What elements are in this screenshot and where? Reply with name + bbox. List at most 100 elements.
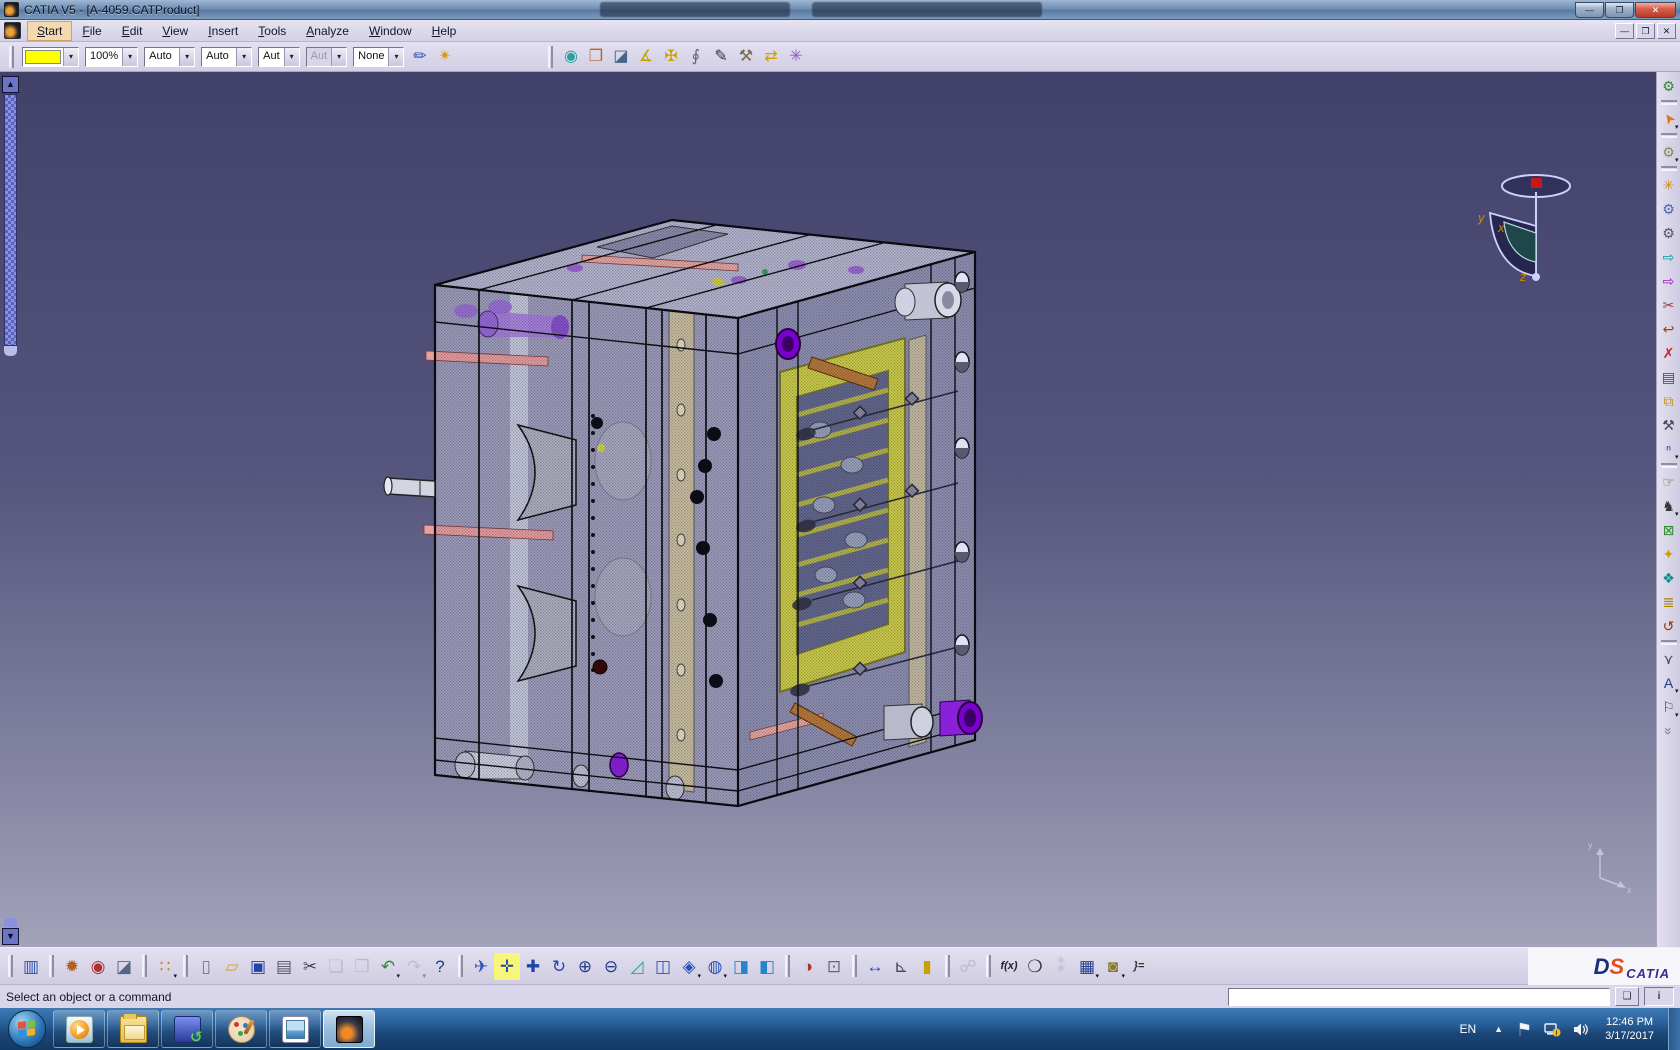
- update-parameters-icon[interactable]: ✳: [1658, 173, 1680, 197]
- child-close-button[interactable]: ✕: [1657, 23, 1676, 39]
- material-sphere-icon[interactable]: ◉: [85, 953, 111, 980]
- taskbar-remote-desktop-button[interactable]: [161, 1010, 213, 1048]
- power-input-field[interactable]: [1228, 988, 1610, 1006]
- child-minimize-button[interactable]: —: [1615, 23, 1634, 39]
- break-link-icon[interactable]: ✂: [1658, 293, 1680, 317]
- web-star-icon[interactable]: ✹: [59, 953, 85, 980]
- lock-icon[interactable]: ◙▾: [1100, 953, 1126, 980]
- rotate-icon[interactable]: ↻: [546, 953, 572, 980]
- menu-start[interactable]: Start: [27, 21, 72, 41]
- hide-show-icon[interactable]: ◨: [728, 953, 754, 980]
- process-document-icon[interactable]: ⚙: [1658, 197, 1680, 221]
- oring-icon[interactable]: ◑: [795, 953, 821, 980]
- mold-assembly-model[interactable]: [384, 220, 982, 806]
- workbench-book-icon[interactable]: ▥: [18, 953, 44, 980]
- network-status-icon[interactable]: !: [1544, 1022, 1561, 1037]
- point-type-combo[interactable]: Aut ▾: [258, 47, 300, 67]
- attach-icon[interactable]: ∮: [683, 44, 708, 69]
- redo-icon[interactable]: ↷▾: [401, 953, 427, 980]
- menu-analyze[interactable]: Analyze: [296, 21, 359, 41]
- hide-show-bulb-icon[interactable]: ✗: [1658, 341, 1680, 365]
- tree-scroll-up-button[interactable]: ▲: [2, 76, 19, 93]
- render-type-combo[interactable]: Aut ▾: [306, 47, 348, 67]
- menu-help[interactable]: Help: [422, 21, 467, 41]
- double-gear-icon[interactable]: ⚙: [1658, 221, 1680, 245]
- measure-sketch-icon[interactable]: ∡: [633, 44, 658, 69]
- multi-view-icon[interactable]: ◫: [650, 953, 676, 980]
- show-desktop-button[interactable]: [1668, 1008, 1680, 1050]
- new-component-icon[interactable]: ✦: [1658, 542, 1680, 566]
- undo-list-icon[interactable]: ↺: [1658, 614, 1680, 638]
- import-document-icon[interactable]: ⇨: [1658, 245, 1680, 269]
- start-button[interactable]: [8, 1010, 46, 1048]
- maintenance-tools-icon[interactable]: ⚒: [733, 44, 758, 69]
- volume-icon[interactable]: [1573, 1022, 1589, 1037]
- selection-sets-icon[interactable]: ⚙▾: [1658, 140, 1680, 164]
- tray-expand-icon[interactable]: ▲: [1486, 1024, 1511, 1034]
- tree-scroll-down-button[interactable]: ▼: [2, 928, 19, 945]
- info-button[interactable]: i: [1644, 987, 1674, 1006]
- measure-item-icon[interactable]: ⊾: [888, 953, 914, 980]
- language-indicator[interactable]: EN: [1449, 1022, 1486, 1036]
- whats-this-help-icon[interactable]: ?: [427, 953, 453, 980]
- formula-icon[interactable]: f(x): [996, 953, 1022, 980]
- graph-tree-icon[interactable]: ≣: [1658, 590, 1680, 614]
- expand-dialog-button[interactable]: ❏: [1615, 987, 1639, 1006]
- new-document-icon[interactable]: ▯: [193, 953, 219, 980]
- zoom-level-combo[interactable]: 100% ▾: [85, 47, 138, 67]
- toolbar-grip[interactable]: [548, 46, 553, 68]
- taskbar-paint-button[interactable]: [215, 1010, 267, 1048]
- pan-icon[interactable]: ✚: [520, 953, 546, 980]
- fit-all-in-icon[interactable]: ✛: [494, 953, 520, 980]
- title-block-frame-icon[interactable]: ▤: [1658, 365, 1680, 389]
- catalog-book-icon[interactable]: ❒: [583, 44, 608, 69]
- sectioning-icon[interactable]: ⋎: [1658, 647, 1680, 671]
- graphic-color-combo[interactable]: ▾: [22, 47, 79, 67]
- chevron-down-icon[interactable]: ▾: [388, 48, 403, 66]
- copy-icon[interactable]: ❏: [323, 953, 349, 980]
- text-annotation-icon[interactable]: A▾: [1658, 671, 1680, 695]
- update-all-icon[interactable]: ⚙: [1658, 74, 1680, 98]
- chevron-down-icon[interactable]: ▾: [331, 48, 346, 66]
- child-restore-button[interactable]: ❐: [1636, 23, 1655, 39]
- painter-icon[interactable]: ✏: [407, 44, 432, 69]
- action-center-flag-icon[interactable]: [1517, 1022, 1532, 1037]
- chevron-down-icon[interactable]: ▾: [63, 48, 78, 66]
- constraint-count-icon[interactable]: ⁿ▾: [1658, 437, 1680, 461]
- menu-view[interactable]: View: [152, 21, 198, 41]
- open-document-icon[interactable]: ▱: [219, 953, 245, 980]
- snapshot-icon[interactable]: ◪: [608, 44, 633, 69]
- more-tools-chevron-icon[interactable]: »: [1658, 719, 1680, 743]
- knowledge-icon[interactable]: ♞▾: [1658, 494, 1680, 518]
- zoom-out-icon[interactable]: ⊖: [598, 953, 624, 980]
- zoom-in-icon[interactable]: ⊕: [572, 953, 598, 980]
- view-mode-icon[interactable]: ◉: [558, 44, 583, 69]
- line-weight-combo[interactable]: Auto ▾: [201, 47, 252, 67]
- kinematics-points-icon[interactable]: ✳: [783, 44, 808, 69]
- view-compass[interactable]: y x z: [1477, 175, 1570, 284]
- design-table-icon[interactable]: ▦▾: [1074, 953, 1100, 980]
- taskbar-media-player-button[interactable]: [53, 1010, 105, 1048]
- menu-insert[interactable]: Insert: [198, 21, 248, 41]
- measure-inertia-icon[interactable]: ▮: [914, 953, 940, 980]
- compass-manipulation-handle[interactable]: [1531, 178, 1542, 188]
- tree-scroll-track[interactable]: [4, 94, 17, 346]
- part-capture-icon[interactable]: ◪: [111, 953, 137, 980]
- cut-icon[interactable]: ✂: [297, 953, 323, 980]
- undo-icon[interactable]: ↶▾: [375, 953, 401, 980]
- render-style-icon[interactable]: ◍▾: [702, 953, 728, 980]
- equivalent-dimensions-icon[interactable]: }=: [1126, 953, 1152, 980]
- document-tools-icon[interactable]: ⚒: [1658, 413, 1680, 437]
- restore-button[interactable]: ❐: [1605, 2, 1634, 18]
- select-arrow-icon[interactable]: ➤▾: [1658, 107, 1680, 131]
- wizard-icon[interactable]: ✴: [432, 44, 457, 69]
- folder-send-icon[interactable]: ⧉: [1658, 389, 1680, 413]
- taskbar-photo-viewer-button[interactable]: [269, 1010, 321, 1048]
- save-icon[interactable]: ▣: [245, 953, 271, 980]
- menu-window[interactable]: Window: [359, 21, 422, 41]
- link-icon[interactable]: ☍: [955, 953, 981, 980]
- toolbar-grip[interactable]: [9, 46, 14, 68]
- clock[interactable]: 12:46 PM 3/17/2017: [1595, 1015, 1664, 1043]
- knowledge-inspector-icon[interactable]: ⁑: [1048, 953, 1074, 980]
- scene-editor-icon[interactable]: ✎: [708, 44, 733, 69]
